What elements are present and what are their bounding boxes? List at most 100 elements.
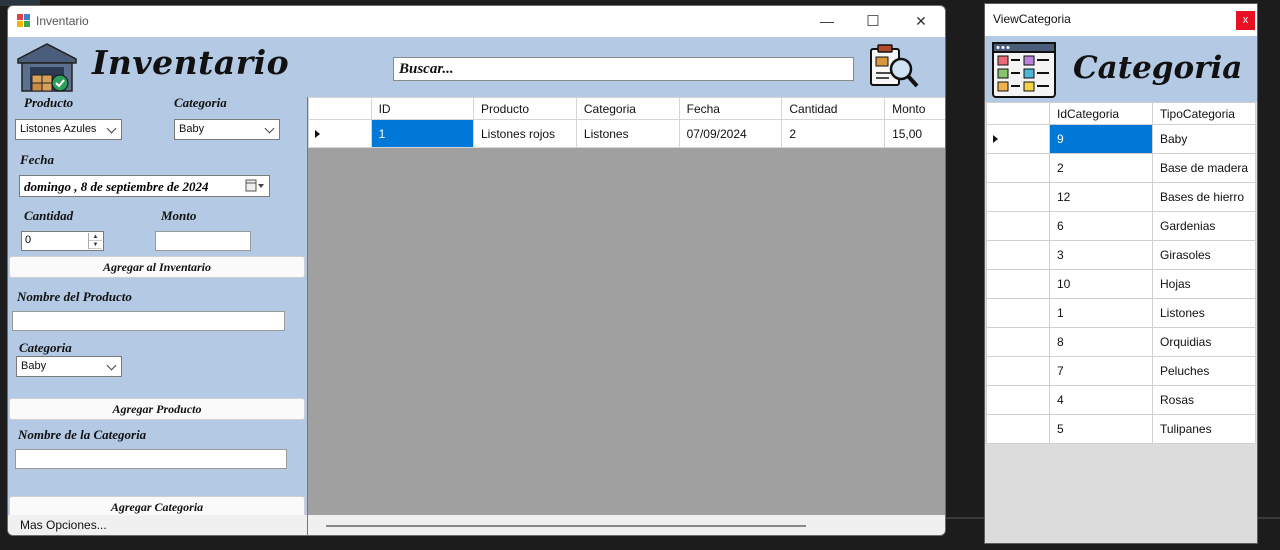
maximize-button[interactable]: ☐ [850, 6, 896, 36]
nombre-categoria-input[interactable] [15, 449, 287, 469]
table-cell[interactable]: 1 [1049, 298, 1153, 328]
table-cell[interactable]: Listones [1151, 298, 1257, 328]
inventory-search-icon[interactable] [865, 43, 921, 91]
category-grid[interactable]: IdCategoria TipoCategoria 9 Baby 2 Base de … [986, 102, 1257, 444]
table-cell[interactable]: Tulipanes [1151, 414, 1257, 444]
window-title: Inventario [36, 14, 89, 28]
row-header[interactable] [986, 269, 1050, 299]
calendar-icon[interactable] [245, 179, 265, 193]
table-cell[interactable]: Listones rojos [473, 119, 577, 148]
table-cell[interactable]: Baby [1151, 124, 1257, 154]
table-row[interactable]: 1 Listones [986, 298, 1257, 328]
cantidad-value: 0 [25, 234, 32, 246]
row-header[interactable] [986, 298, 1050, 328]
row-header[interactable] [986, 385, 1050, 415]
row-header[interactable] [986, 414, 1050, 444]
row-header[interactable] [986, 211, 1050, 241]
table-row[interactable]: 4 Rosas [986, 385, 1257, 415]
brand-title: Inventario [92, 43, 290, 82]
table-cell[interactable]: 12 [1049, 182, 1153, 212]
table-row[interactable]: 7 Peluches [986, 356, 1257, 386]
table-row[interactable]: 8 Orquidias [986, 327, 1257, 357]
row-header[interactable] [308, 119, 372, 148]
table-row[interactable]: 2 Base de madera [986, 153, 1257, 183]
column-header[interactable]: Fecha [678, 97, 783, 120]
table-cell[interactable]: Base de madera [1151, 153, 1257, 183]
table-row[interactable]: 9 Baby [986, 124, 1257, 154]
categoria-select[interactable]: Baby [174, 119, 280, 140]
categoria2-select[interactable]: Baby [16, 356, 122, 377]
category-grid-area: IdCategoria TipoCategoria 9 Baby 2 Base de … [986, 102, 1257, 444]
table-cell[interactable]: 4 [1049, 385, 1153, 415]
table-cell[interactable]: Bases de hierro [1151, 182, 1257, 212]
nombre-categoria-label: Nombre de la Categoria [18, 427, 147, 442]
table-row[interactable]: 6 Gardenias [986, 211, 1257, 241]
down-arrow-icon[interactable]: ▼ [89, 241, 102, 249]
fecha-datepicker[interactable]: domingo , 8 de septiembre de 2024 [19, 175, 270, 197]
table-cell[interactable]: Hojas [1151, 269, 1257, 299]
monto-input[interactable] [155, 231, 251, 251]
table-row[interactable]: 12 Bases de hierro [986, 182, 1257, 212]
table-row[interactable]: 5 Tulipanes [986, 414, 1257, 444]
table-row[interactable]: 10 Hojas [986, 269, 1257, 299]
close-button[interactable]: x [1236, 11, 1255, 30]
stepper-buttons[interactable]: ▲ ▼ [88, 233, 102, 249]
inventory-grid[interactable]: ID Producto Categoria Fecha Cantidad Mon… [308, 97, 945, 148]
chevron-down-icon [106, 360, 117, 371]
table-cell[interactable]: 5 [1049, 414, 1153, 444]
table-cell[interactable]: Girasoles [1151, 240, 1257, 270]
minimize-button[interactable]: — [804, 6, 850, 36]
column-header[interactable]: Cantidad [781, 97, 886, 120]
table-cell[interactable]: 3 [1049, 240, 1153, 270]
window-title: ViewCategoria [993, 12, 1071, 26]
table-cell[interactable]: 9 [1049, 124, 1153, 154]
row-header[interactable] [986, 356, 1050, 386]
column-header[interactable]: Categoria [575, 97, 680, 120]
table-cell[interactable]: 15,00 [884, 119, 945, 148]
chevron-down-icon [106, 123, 117, 134]
row-header[interactable] [986, 124, 1050, 154]
table-cell[interactable]: 7 [1049, 356, 1153, 386]
table-cell[interactable]: 2 [781, 119, 886, 148]
column-header[interactable]: ID [370, 97, 475, 120]
horizontal-scrollbar[interactable] [308, 515, 945, 535]
title-bar[interactable]: Inventario — ☐ ✕ [8, 6, 945, 37]
table-cell[interactable]: 8 [1049, 327, 1153, 357]
producto-select[interactable]: Listones Azules [15, 119, 122, 140]
table-cell[interactable]: Orquidias [1151, 327, 1257, 357]
table-cell[interactable]: Listones [575, 119, 680, 148]
row-header[interactable] [986, 327, 1050, 357]
column-header[interactable]: IdCategoria [1049, 102, 1153, 125]
column-header[interactable]: Monto [884, 97, 945, 120]
title-bar[interactable]: ViewCategoria x [985, 4, 1257, 36]
nombre-producto-input[interactable] [12, 311, 285, 331]
table-cell[interactable]: 2 [1049, 153, 1153, 183]
row-header[interactable] [986, 182, 1050, 212]
table-cell[interactable]: 6 [1049, 211, 1153, 241]
search-input[interactable]: Buscar... [393, 57, 854, 81]
producto-select-value: Listones Azules [20, 123, 97, 135]
scrollbar-thumb[interactable] [326, 525, 806, 527]
table-cell[interactable]: Peluches [1151, 356, 1257, 386]
up-arrow-icon[interactable]: ▲ [89, 233, 102, 241]
fecha-value: domingo , 8 de septiembre de 2024 [24, 179, 209, 194]
table-row[interactable]: 1 Listones rojos Listones 07/09/2024 2 1… [308, 119, 945, 148]
table-row[interactable]: 3 Girasoles [986, 240, 1257, 270]
agregar-producto-button[interactable]: Agregar Producto [9, 398, 305, 420]
brand-title: Categoria [1073, 50, 1243, 86]
fecha-label: Fecha [20, 152, 54, 167]
table-cell[interactable]: Rosas [1151, 385, 1257, 415]
agregar-inventario-button[interactable]: Agregar al Inventario [9, 256, 305, 278]
table-cell[interactable]: 07/09/2024 [678, 119, 783, 148]
row-header[interactable] [986, 240, 1050, 270]
row-header[interactable] [986, 153, 1050, 183]
table-cell[interactable]: 10 [1049, 269, 1153, 299]
table-cell[interactable]: 1 [370, 119, 475, 148]
table-cell[interactable]: Gardenias [1151, 211, 1257, 241]
mas-opciones-link[interactable]: Mas Opciones... [8, 515, 307, 535]
column-header[interactable]: TipoCategoria [1151, 102, 1257, 125]
column-header[interactable]: Producto [473, 97, 577, 120]
cantidad-stepper[interactable]: 0 ▲ ▼ [21, 231, 104, 251]
nombre-producto-label: Nombre del Producto [17, 289, 132, 304]
close-button[interactable]: ✕ [898, 6, 944, 36]
